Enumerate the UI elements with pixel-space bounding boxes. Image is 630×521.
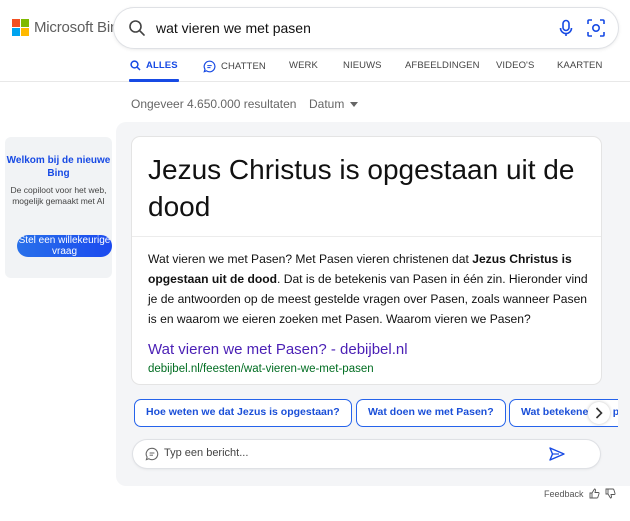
chat-icon [145, 447, 159, 461]
suggestion-chip[interactable]: Wat doen we met Pasen? [356, 399, 506, 427]
chat-icon [203, 60, 216, 73]
tab-images[interactable]: AFBEELDINGEN [405, 60, 480, 71]
result-count: Ongeveer 4.650.000 resultaten [131, 97, 297, 111]
answer-card: Jezus Christus is opgestaan uit de dood … [132, 137, 601, 384]
answer-snippet: Wat vieren we met Pasen? Met Pasen viere… [148, 249, 588, 329]
ask-anything-button[interactable]: Stel een willekeurige vraag [17, 235, 112, 257]
search-icon[interactable] [128, 19, 146, 37]
tab-chat[interactable]: CHATTEN [203, 60, 266, 73]
tab-label: NIEUWS [343, 60, 382, 71]
thumbs-down-icon[interactable] [605, 488, 616, 499]
tab-label: WERK [289, 60, 318, 71]
suggestion-chip[interactable]: Hoe weten we dat Jezus is opgestaan? [134, 399, 352, 427]
message-input[interactable]: Typ een bericht... [164, 447, 248, 459]
next-suggestions-button[interactable] [588, 402, 610, 424]
source-link-title[interactable]: Wat vieren we met Pasen? - debijbel.nl [148, 341, 408, 358]
search-input[interactable]: wat vieren we met pasen [156, 20, 311, 36]
visual-search-icon[interactable] [586, 18, 606, 38]
tab-label: VIDEO'S [496, 60, 535, 71]
chevron-right-icon [595, 407, 603, 419]
tab-maps[interactable]: KAARTEN [557, 60, 602, 71]
brand-name: Microsoft Bing [34, 18, 127, 36]
tab-label: ALLES [146, 60, 178, 71]
tab-all[interactable]: ALLES [130, 60, 178, 71]
tab-work[interactable]: WERK [289, 60, 318, 71]
tab-label: AFBEELDINGEN [405, 60, 480, 71]
feedback-area: Feedback [544, 488, 616, 499]
search-icon [130, 60, 141, 71]
promo-description: De copiloot voor het web, mogelijk gemaa… [10, 185, 107, 206]
tab-label: CHATTEN [221, 61, 266, 72]
promo-title: Welkom bij de nieuwe Bing [6, 155, 111, 179]
date-filter-dropdown[interactable]: Datum [309, 97, 359, 111]
thumbs-up-icon[interactable] [589, 488, 600, 499]
divider [132, 236, 601, 237]
suggestion-chips: Hoe weten we dat Jezus is opgestaan? Wat… [134, 399, 618, 427]
search-box[interactable]: wat vieren we met pasen [114, 8, 618, 48]
message-composer[interactable]: Typ een bericht... [133, 440, 600, 468]
feedback-link[interactable]: Feedback [544, 489, 584, 499]
send-icon[interactable] [548, 445, 566, 463]
date-filter-label: Datum [309, 97, 345, 111]
search-tabs: ALLES CHATTEN WERK NIEUWS AFBEELDINGEN V… [0, 52, 630, 82]
caret-down-icon [350, 101, 359, 107]
tab-videos[interactable]: VIDEO'S [496, 60, 534, 71]
tab-label: KAARTEN [557, 60, 603, 71]
active-tab-indicator [129, 79, 179, 82]
source-url[interactable]: debijbel.nl/feesten/wat-vieren-we-met-pa… [148, 363, 374, 375]
microphone-icon[interactable] [556, 18, 576, 38]
snippet-text: Wat vieren we met Pasen? Met Pasen viere… [148, 252, 473, 266]
bing-logo[interactable]: Microsoft Bing [12, 17, 126, 37]
microsoft-logo-icon [12, 19, 29, 36]
new-bing-promo: Welkom bij de nieuwe Bing De copiloot vo… [5, 137, 112, 278]
answer-heading: Jezus Christus is opgestaan uit de dood [148, 154, 575, 222]
tab-news[interactable]: NIEUWS [343, 60, 382, 71]
